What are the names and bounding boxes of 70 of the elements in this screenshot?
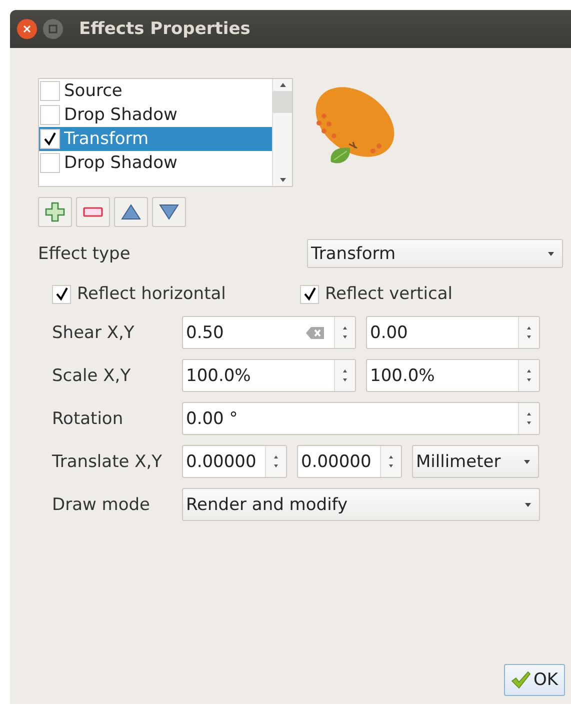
- effect-label: Source: [64, 81, 122, 101]
- spin-value: 0.50: [186, 322, 225, 342]
- property-label: Shear X,Y: [52, 322, 136, 342]
- spin-box[interactable]: 0.00: [366, 316, 540, 349]
- dropdown-value: Render and modify: [186, 494, 348, 514]
- checkbox[interactable]: [40, 153, 60, 173]
- caret-icon: [525, 502, 531, 506]
- effect-label: Drop Shadow: [64, 105, 178, 125]
- dropdown[interactable]: Millimeter: [412, 445, 539, 478]
- checkbox[interactable]: [52, 284, 71, 304]
- effect-list-item[interactable]: Drop Shadow: [39, 151, 272, 175]
- dropdown[interactable]: Transform: [307, 239, 563, 268]
- caret-icon: [524, 460, 530, 464]
- spin-arrows-icon[interactable]: [265, 446, 286, 477]
- checkbox[interactable]: [40, 129, 60, 149]
- effect-list-item[interactable]: Drop Shadow: [39, 103, 272, 127]
- property-label: Scale X,Y: [52, 366, 132, 386]
- spin-value: 100.0%: [370, 366, 436, 386]
- move-up-button[interactable]: [114, 197, 148, 227]
- close-icon[interactable]: [17, 19, 37, 39]
- spin-arrows-icon[interactable]: [334, 360, 355, 391]
- effect-list-item[interactable]: Source: [39, 79, 272, 103]
- clear-icon[interactable]: [306, 326, 324, 338]
- scrollbar[interactable]: [272, 79, 292, 186]
- ok-button[interactable]: OK: [504, 664, 565, 696]
- spin-box[interactable]: 0.00000: [297, 445, 402, 478]
- property-label: Rotation: [52, 408, 124, 428]
- spin-value: 0.00 °: [186, 408, 239, 428]
- plus-icon: [45, 202, 65, 222]
- spin-value: 0.00000: [301, 452, 372, 472]
- spin-value: 0.00000: [186, 452, 258, 472]
- property-label: Translate X,Y: [52, 452, 164, 472]
- dropdown[interactable]: Render and modify: [182, 488, 540, 521]
- remove-button[interactable]: [76, 197, 110, 227]
- checkbox[interactable]: [300, 284, 319, 304]
- minus-icon: [83, 207, 103, 217]
- scroll-up-icon[interactable]: [280, 83, 286, 87]
- add-button[interactable]: [38, 197, 72, 227]
- spin-arrows-icon[interactable]: [380, 446, 401, 477]
- checkbox-label: Reflect horizontal: [77, 284, 226, 304]
- effect-type-label: Effect type: [38, 244, 130, 264]
- caret-icon: [548, 252, 554, 256]
- spin-arrows-icon[interactable]: [334, 317, 355, 348]
- spin-box[interactable]: 0.50: [182, 316, 356, 349]
- spin-box[interactable]: 100.0%: [182, 359, 356, 392]
- scroll-down-icon[interactable]: [280, 178, 286, 182]
- checkbox[interactable]: [40, 81, 60, 101]
- spin-box[interactable]: 100.0%: [366, 359, 540, 392]
- spin-value: 0.00: [370, 322, 409, 342]
- maximize-icon[interactable]: [43, 19, 63, 39]
- spin-arrows-icon[interactable]: [518, 360, 539, 391]
- effect-list-item[interactable]: Transform: [39, 127, 272, 151]
- move-down-button[interactable]: [152, 197, 186, 227]
- triangle-up-icon: [121, 204, 141, 220]
- effect-label: Transform: [64, 129, 149, 149]
- spin-arrows-icon[interactable]: [518, 317, 539, 348]
- spin-box[interactable]: 0.00000: [182, 445, 287, 478]
- spin-arrows-icon[interactable]: [518, 403, 539, 434]
- triangle-down-icon: [159, 204, 179, 220]
- scrollbar-thumb[interactable]: [273, 91, 292, 113]
- dropdown-value: Transform: [311, 244, 396, 264]
- checkmark-icon: [511, 671, 532, 689]
- spin-value: 100.0%: [186, 366, 252, 386]
- checkbox-label: Reflect vertical: [325, 284, 452, 304]
- spin-box[interactable]: 0.00 °: [182, 402, 540, 435]
- window-title: Effects Properties: [79, 19, 250, 39]
- checkbox[interactable]: [40, 105, 60, 125]
- effect-label: Drop Shadow: [64, 153, 178, 173]
- dropdown-value: Millimeter: [416, 452, 501, 472]
- property-label: Draw mode: [52, 494, 152, 514]
